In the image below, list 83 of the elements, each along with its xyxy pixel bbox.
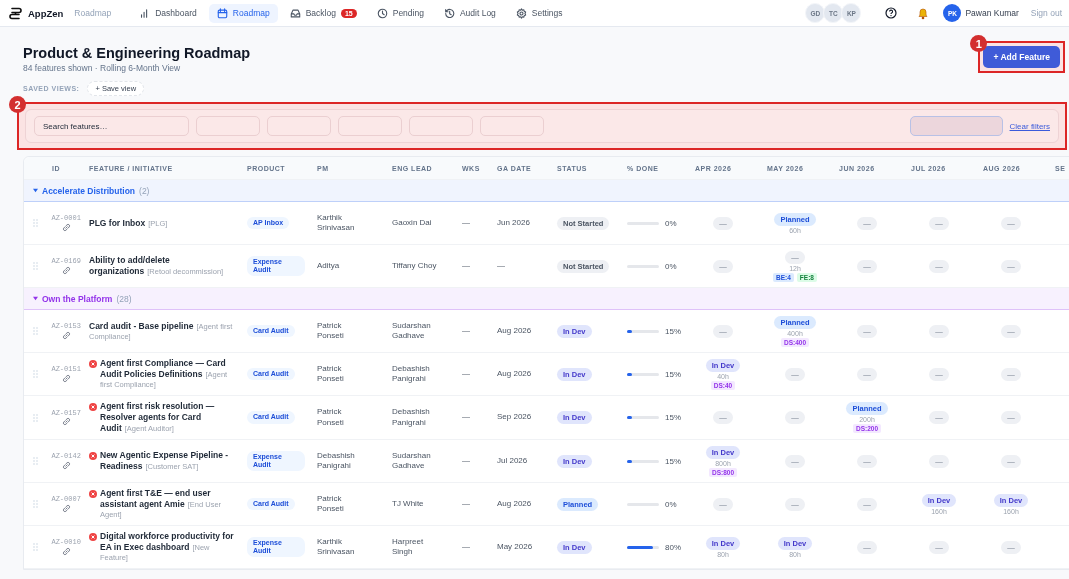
clock-icon xyxy=(376,7,388,19)
group-name: Own the Platform xyxy=(42,293,113,304)
table-cell-text: — xyxy=(461,325,471,337)
percent-label: 15% xyxy=(665,456,681,466)
settings-icon xyxy=(515,7,527,19)
group-header[interactable]: Accelerate Distribution (2) xyxy=(24,180,1069,202)
page-title: Product & Engineering Roadmap xyxy=(23,45,251,61)
table-cell-text: — xyxy=(461,368,471,380)
table-cell-text: Jun 2026 xyxy=(496,217,531,229)
clear-filters-link[interactable]: Clear filters xyxy=(1009,121,1050,131)
table-cell-text: Sudarshan Gadhave xyxy=(391,320,432,342)
user-name: Pawan Kumar xyxy=(965,8,1019,18)
link-icon[interactable] xyxy=(62,330,71,340)
link-icon[interactable] xyxy=(62,373,71,383)
link-icon[interactable] xyxy=(62,417,71,427)
table-cell-text: — xyxy=(461,498,471,510)
table-cell-text: — xyxy=(461,412,471,423)
table-cell-text: Patrick Ponseti xyxy=(316,407,345,428)
logo-icon xyxy=(8,6,23,20)
table-cell-text: — xyxy=(461,260,471,272)
inbox-icon xyxy=(289,7,301,19)
table-cell-text: Debashish Panigrahi xyxy=(316,450,356,472)
group-name: Accelerate Distribution xyxy=(42,185,136,196)
brand-name: AppZen xyxy=(28,7,64,19)
table-cell-text: Sudarshan Gadhave xyxy=(391,450,432,472)
percent-label: 0% xyxy=(665,499,677,509)
filter-dropdown[interactable] xyxy=(267,116,331,136)
group-header[interactable]: Own the Platform (28) xyxy=(24,288,1069,310)
table-cell-text: — xyxy=(461,541,471,553)
percent-label: 15% xyxy=(665,413,681,422)
percent-label: 0% xyxy=(665,218,677,228)
link-icon[interactable] xyxy=(62,222,71,232)
annotation-badge: 2 xyxy=(9,96,26,113)
table-cell-text: Sep 2026 xyxy=(496,412,533,423)
nav-tab[interactable]: Pending xyxy=(368,3,432,23)
nav-tab[interactable]: Settings xyxy=(507,3,571,23)
group-count: (2) xyxy=(139,185,150,196)
table-cell-text: Aditya xyxy=(316,260,341,272)
filter-dropdown[interactable] xyxy=(409,116,473,136)
percent-label: 15% xyxy=(665,326,681,336)
table-cell-text: May 2026 xyxy=(496,541,534,553)
product-label: Roadmap xyxy=(74,8,112,18)
filter-dropdown[interactable] xyxy=(338,116,402,136)
link-icon[interactable] xyxy=(62,503,71,513)
nav-tab[interactable]: Audit Log xyxy=(435,3,504,23)
table-cell-text: TJ White xyxy=(391,498,425,510)
table-cell-text: Harpreet Singh xyxy=(391,536,425,558)
link-icon[interactable] xyxy=(62,265,71,275)
table-cell-text: Debashish Panigrahi xyxy=(391,407,431,428)
percent-label: 80% xyxy=(665,542,681,552)
table-cell-text: Gaoxin Dai xyxy=(391,217,433,229)
table-cell-text: — xyxy=(461,217,471,229)
table-cell-text: Debashish Panigrahi xyxy=(391,363,431,385)
page-subtitle: 84 features shown · Rolling 6-Month View xyxy=(23,63,182,73)
table-cell-text: Patrick Ponseti xyxy=(316,363,345,385)
group-count: (28) xyxy=(116,293,132,304)
bell-icon[interactable] xyxy=(917,6,930,20)
search-field[interactable]: Search features… xyxy=(34,116,189,136)
table-cell-text: Patrick Ponseti xyxy=(316,320,345,342)
nav-tab[interactable]: Roadmap xyxy=(208,3,278,23)
table-cell-text: Aug 2026 xyxy=(496,498,533,510)
percent-label: 15% xyxy=(665,369,681,379)
table-cell-text: Jul 2026 xyxy=(496,455,529,467)
calendar-icon xyxy=(216,7,228,19)
table-cell-text: Tiffany Choy xyxy=(391,260,438,272)
history-icon xyxy=(443,7,455,19)
help-icon[interactable] xyxy=(885,7,898,19)
table-cell-text: Karthik Srinivasan xyxy=(316,212,356,234)
filter-dropdown[interactable] xyxy=(909,116,1003,136)
nav-tab[interactable]: Dashboard xyxy=(131,3,205,23)
percent-label: 0% xyxy=(665,261,677,271)
add-feature-button[interactable]: + Add Feature xyxy=(983,46,1060,68)
link-icon[interactable] xyxy=(62,546,71,556)
table-cell-text: — xyxy=(461,455,471,467)
filter-dropdown[interactable] xyxy=(480,116,544,136)
link-icon[interactable] xyxy=(62,460,71,470)
table-cell-text: Aug 2026 xyxy=(496,325,533,337)
table-cell-text: Karthik Srinivasan xyxy=(316,536,356,558)
table-cell-text: — xyxy=(496,260,506,272)
table-cell-text: Aug 2026 xyxy=(496,368,533,380)
table-cell-text: Patrick Ponseti xyxy=(316,493,345,515)
filter-dropdown[interactable] xyxy=(196,116,260,136)
annotation-badge: 1 xyxy=(970,35,988,52)
